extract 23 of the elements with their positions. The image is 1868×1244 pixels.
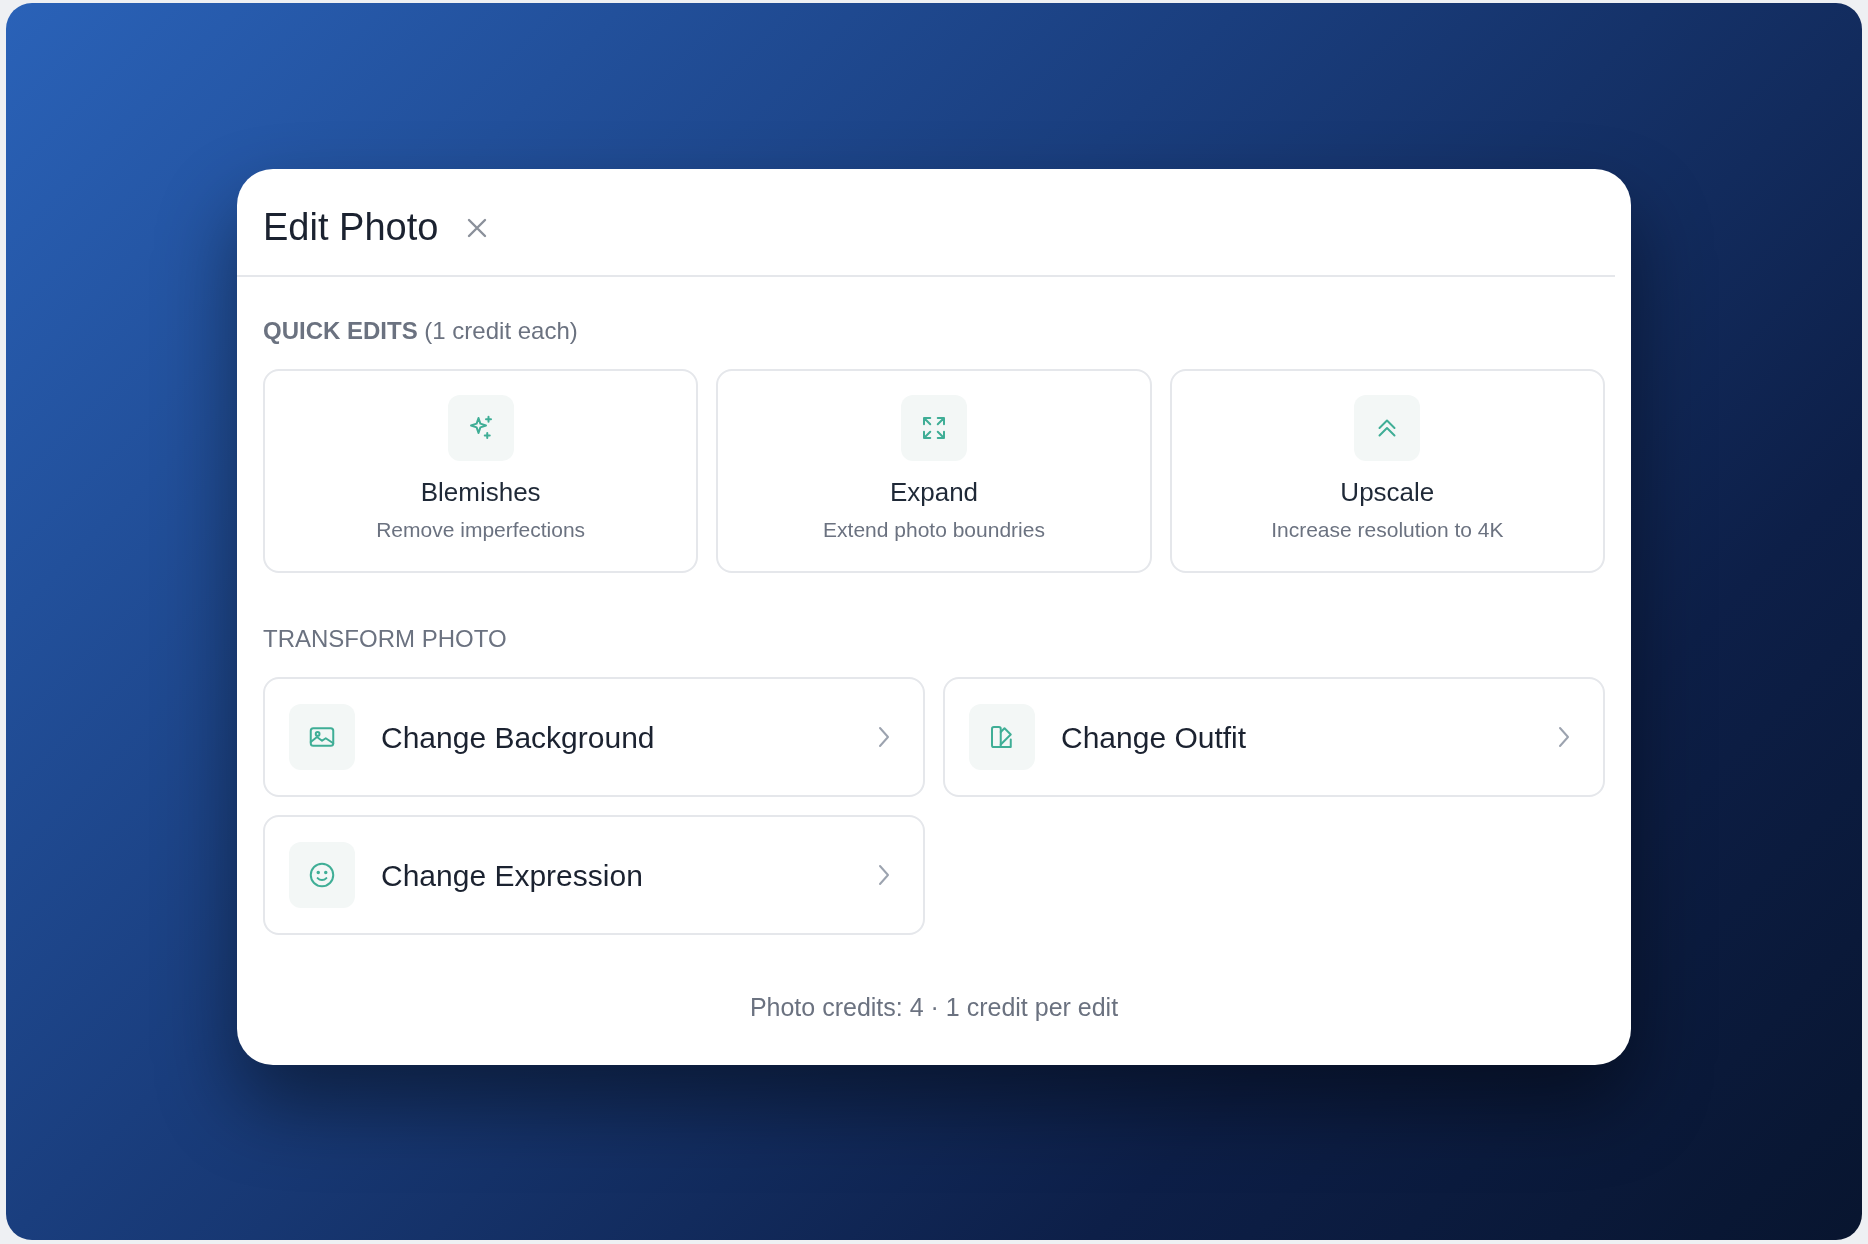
quick-edit-card[interactable]: Upscale Increase resolution to 4K	[1169, 368, 1605, 574]
dialog-title: Edit Photo	[263, 205, 439, 250]
transform-option[interactable]: Change Background	[263, 677, 925, 798]
card-description: Extend photo boundries	[823, 516, 1045, 543]
close-icon	[466, 216, 489, 239]
section-heading: TRANSFORM PHOTO	[263, 624, 508, 655]
card-title: Expand	[889, 476, 979, 508]
card-title: Upscale	[1340, 476, 1435, 508]
transform-option[interactable]: Change Expression	[263, 815, 925, 936]
section-heading: QUICK EDITS (1 credit each)	[263, 315, 579, 346]
option-label: Change Outfit	[1061, 719, 1248, 756]
transform-option[interactable]: Change Outfit	[943, 677, 1605, 798]
chevron-right-icon	[877, 863, 891, 888]
card-description: Remove imperfections	[376, 516, 586, 543]
quick-edit-card[interactable]: Blemishes Remove imperfections	[263, 368, 699, 574]
chevron-right-icon	[1557, 725, 1571, 750]
option-label: Change Background	[381, 719, 656, 756]
quick-edit-card[interactable]: Expand Extend photo boundries	[716, 368, 1152, 574]
chevron-right-icon	[877, 725, 891, 750]
credits-note: Photo credits: 4 · 1 credit per edit	[748, 992, 1120, 1024]
option-label: Change Expression	[381, 857, 644, 894]
card-title: Blemishes	[420, 476, 541, 508]
card-description: Increase resolution to 4K	[1271, 516, 1504, 543]
